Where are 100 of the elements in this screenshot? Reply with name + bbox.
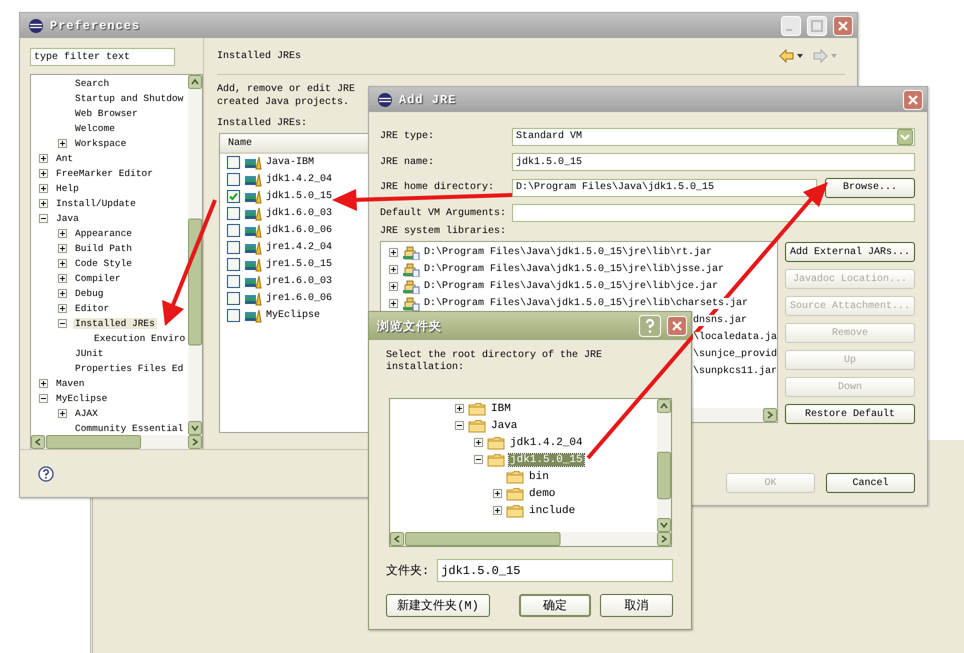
tree-item[interactable]: FreeMarker Editor bbox=[54, 168, 155, 179]
close-icon[interactable] bbox=[667, 316, 687, 336]
expand-toggle[interactable] bbox=[39, 184, 48, 193]
folder-item[interactable]: IBM bbox=[490, 402, 512, 414]
library-path[interactable]: D:\Program Files\Java\jdk1.5.0_15\jre\lib\jce.jar bbox=[424, 281, 718, 292]
expand-toggle[interactable] bbox=[58, 229, 67, 238]
library-path[interactable]: D:\Program Files\Java\jdk1.5.0_15\jre\lib\charsets.jar bbox=[424, 298, 748, 309]
expand-toggle[interactable] bbox=[39, 394, 48, 403]
dialog-button[interactable]: 确定 bbox=[519, 594, 591, 617]
tree-item[interactable]: Debug bbox=[73, 288, 106, 299]
tree-item[interactable]: Community Essential bbox=[73, 423, 186, 434]
expand-toggle[interactable] bbox=[474, 455, 483, 464]
tree-item[interactable]: Code Style bbox=[73, 258, 134, 269]
expand-toggle[interactable] bbox=[389, 265, 398, 274]
help-icon[interactable] bbox=[38, 466, 54, 482]
tree-item[interactable]: Properties Files Ed bbox=[73, 363, 186, 374]
expand-toggle[interactable] bbox=[58, 409, 67, 418]
tree-item[interactable]: JUnit bbox=[73, 348, 106, 359]
expand-toggle[interactable] bbox=[58, 139, 67, 148]
dialog-button[interactable]: Cancel bbox=[826, 473, 915, 493]
close-icon[interactable] bbox=[833, 16, 853, 36]
table-cell: jdk1.5.0_15 bbox=[266, 191, 332, 202]
expand-toggle[interactable] bbox=[455, 421, 464, 430]
folder-item[interactable]: jdk1.4.2_04 bbox=[509, 436, 584, 448]
checkbox[interactable] bbox=[227, 275, 240, 288]
checkbox[interactable] bbox=[227, 241, 240, 254]
expand-toggle[interactable] bbox=[389, 282, 398, 291]
text-field[interactable] bbox=[512, 204, 915, 222]
checkbox[interactable] bbox=[227, 207, 240, 220]
library-path[interactable]: \sunpkcs11.jar bbox=[693, 366, 778, 377]
text-field[interactable]: D:\Program Files\Java\jdk1.5.0_15 bbox=[512, 178, 817, 197]
expand-toggle[interactable] bbox=[39, 379, 48, 388]
books-icon bbox=[244, 274, 262, 288]
expand-toggle[interactable] bbox=[474, 438, 483, 447]
tree-item[interactable]: Compiler bbox=[73, 273, 123, 284]
folder-item[interactable]: bin bbox=[528, 470, 550, 482]
tree-item[interactable]: Editor bbox=[73, 303, 112, 314]
folder-item[interactable]: demo bbox=[528, 488, 556, 500]
expand-toggle[interactable] bbox=[58, 244, 67, 253]
checkbox[interactable] bbox=[227, 258, 240, 271]
horizontal-scrollbar[interactable] bbox=[31, 435, 202, 449]
vertical-scrollbar[interactable] bbox=[188, 75, 202, 435]
folder-item[interactable]: Java bbox=[490, 420, 518, 432]
close-icon[interactable] bbox=[903, 90, 923, 110]
expand-toggle[interactable] bbox=[58, 289, 67, 298]
expand-toggle[interactable] bbox=[493, 489, 502, 498]
expand-toggle[interactable] bbox=[58, 319, 67, 328]
text-field[interactable]: jdk1.5.0_15 bbox=[512, 153, 915, 172]
tree-item[interactable]: Execution Enviro bbox=[92, 333, 188, 344]
folder-item[interactable]: jdk1.5.0_15 bbox=[509, 454, 584, 466]
side-button[interactable]: Add External JARs... bbox=[785, 242, 915, 262]
checkbox[interactable] bbox=[227, 309, 240, 322]
expand-toggle[interactable] bbox=[455, 404, 464, 413]
library-path[interactable]: \sunjce_provid bbox=[693, 349, 778, 360]
folder-field[interactable]: jdk1.5.0_15 bbox=[437, 559, 673, 582]
side-button[interactable]: Restore Default bbox=[785, 404, 915, 424]
checkbox[interactable] bbox=[227, 156, 240, 169]
dropdown[interactable]: Standard VM bbox=[512, 128, 915, 146]
field-label: Default VM Arguments: bbox=[380, 208, 508, 219]
expand-toggle[interactable] bbox=[39, 214, 48, 223]
expand-toggle[interactable] bbox=[58, 259, 67, 268]
tree-item[interactable]: Workspace bbox=[73, 138, 128, 149]
tree-item[interactable]: Web Browser bbox=[73, 108, 140, 119]
tree-item[interactable]: Welcome bbox=[73, 123, 117, 134]
checkbox[interactable] bbox=[227, 224, 240, 237]
checkbox[interactable] bbox=[227, 173, 240, 186]
tree-item[interactable]: Startup and Shutdow bbox=[73, 93, 186, 104]
expand-toggle[interactable] bbox=[58, 304, 67, 313]
tree-item[interactable]: Install/Update bbox=[54, 198, 138, 209]
checkbox[interactable] bbox=[227, 292, 240, 305]
expand-toggle[interactable] bbox=[389, 248, 398, 257]
back-arrow-icon[interactable] bbox=[779, 49, 803, 63]
tree-item[interactable]: Ant bbox=[54, 153, 76, 164]
checkbox[interactable] bbox=[227, 190, 240, 203]
browse-button[interactable]: Browse... bbox=[825, 178, 915, 198]
dialog-button[interactable]: 新建文件夹(M) bbox=[386, 594, 490, 617]
expand-toggle[interactable] bbox=[39, 169, 48, 178]
tree-item[interactable]: Help bbox=[54, 183, 81, 194]
tree-item[interactable]: MyEclipse bbox=[54, 393, 110, 404]
filter-field[interactable]: type filter text bbox=[30, 48, 175, 66]
tree-item[interactable]: AJAX bbox=[73, 408, 100, 419]
tree-item[interactable]: Appearance bbox=[73, 228, 134, 239]
expand-toggle[interactable] bbox=[493, 506, 502, 515]
library-path[interactable]: dnsns.jar bbox=[693, 315, 748, 326]
vertical-scrollbar[interactable] bbox=[657, 399, 671, 532]
library-path[interactable]: \localedata.ja bbox=[693, 332, 778, 343]
dialog-button[interactable]: 取消 bbox=[600, 594, 673, 617]
horizontal-scrollbar[interactable] bbox=[390, 532, 671, 546]
library-path[interactable]: D:\Program Files\Java\jdk1.5.0_15\jre\lib\jsse.jar bbox=[424, 264, 724, 275]
tree-item[interactable]: Build Path bbox=[73, 243, 134, 254]
expand-toggle[interactable] bbox=[58, 274, 67, 283]
tree-item[interactable]: Maven bbox=[54, 378, 87, 389]
expand-toggle[interactable] bbox=[389, 299, 398, 308]
expand-toggle[interactable] bbox=[39, 154, 48, 163]
expand-toggle[interactable] bbox=[39, 199, 48, 208]
tree-item[interactable]: Installed JREs bbox=[73, 318, 157, 329]
tree-item[interactable]: Search bbox=[73, 78, 112, 89]
folder-item[interactable]: include bbox=[528, 504, 576, 516]
tree-item[interactable]: Java bbox=[54, 213, 81, 224]
library-path[interactable]: D:\Program Files\Java\jdk1.5.0_15\jre\lib\rt.jar bbox=[424, 247, 712, 258]
